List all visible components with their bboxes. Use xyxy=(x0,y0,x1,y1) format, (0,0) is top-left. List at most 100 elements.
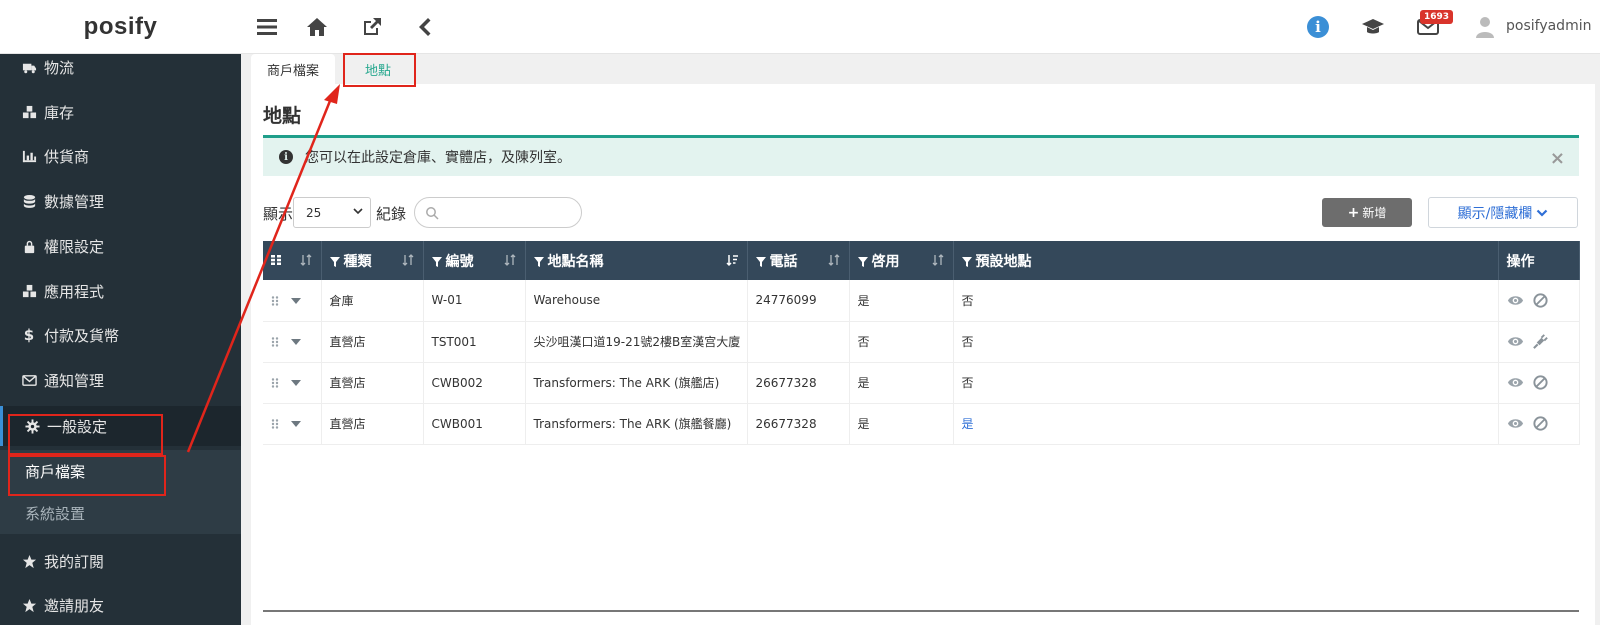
plus-icon: + xyxy=(1347,204,1360,221)
database-icon xyxy=(20,193,38,209)
filter-icon[interactable] xyxy=(961,256,972,267)
add-location-button[interactable]: + 新增 xyxy=(1322,198,1412,227)
sidebar-item-inventory[interactable]: 庫存 xyxy=(0,92,241,132)
sidebar-item-invite-friends[interactable]: 邀請朋友 xyxy=(0,585,241,625)
column-header-type[interactable]: 種類 xyxy=(321,241,424,280)
drag-handle-icon[interactable] xyxy=(271,378,279,388)
view-eye-icon[interactable] xyxy=(1507,374,1524,391)
sidebar-item-data-management[interactable]: 數據管理 xyxy=(0,181,241,221)
column-header-location-name[interactable]: 地點名稱 xyxy=(525,241,748,280)
lock-icon xyxy=(20,238,38,254)
sidebar-item-notifications[interactable]: 通知管理 xyxy=(0,360,241,400)
graduation-cap-icon[interactable] xyxy=(1358,12,1388,42)
expand-caret-icon[interactable] xyxy=(291,339,301,345)
alert-close-icon[interactable]: × xyxy=(1550,148,1565,169)
disable-icon[interactable] xyxy=(1532,374,1549,391)
expand-caret-icon[interactable] xyxy=(291,421,301,427)
cell-actions xyxy=(1498,321,1580,363)
sidebar-item-label: 通知管理 xyxy=(44,371,105,390)
drag-column-header xyxy=(263,241,322,280)
view-eye-icon[interactable] xyxy=(1507,292,1524,309)
user-name[interactable]: posifyadmin xyxy=(1506,18,1591,34)
cell-code: W-01 xyxy=(423,280,526,322)
toggle-columns-button[interactable]: 顯示/隱藏欄 xyxy=(1428,197,1578,228)
sidebar-item-payment-currency[interactable]: $ 付款及貨幣 xyxy=(0,315,241,355)
user-avatar-icon[interactable] xyxy=(1470,12,1500,42)
external-link-icon[interactable] xyxy=(357,12,387,42)
view-eye-icon[interactable] xyxy=(1507,333,1524,350)
mail-count-badge: 1693 xyxy=(1420,10,1454,24)
info-icon[interactable]: i xyxy=(1307,16,1329,38)
cell-default-location: 是 xyxy=(953,403,1499,445)
posify-logo[interactable]: posify xyxy=(0,0,241,54)
cell-phone: 24776099 xyxy=(747,280,850,322)
cell-location-name: Warehouse xyxy=(525,280,748,322)
sidebar-item-label: 權限設定 xyxy=(44,237,105,256)
cell-location-name: Transformers: The ARK (旗艦店) xyxy=(525,362,748,404)
cell-type: 直營店 xyxy=(321,403,424,445)
table-row[interactable]: 直營店 TST001 尖沙咀漢口道19-21號2樓B室漢宫大廈 否否 xyxy=(263,321,1580,363)
sidebar-item-label: 數據管理 xyxy=(44,192,105,211)
cell-location-name: Transformers: The ARK (旗艦餐廳) xyxy=(525,403,748,445)
view-eye-icon[interactable] xyxy=(1507,415,1524,432)
filter-icon[interactable] xyxy=(755,256,766,267)
back-chevron-icon[interactable] xyxy=(410,12,440,42)
info-circle-icon: i xyxy=(279,150,293,164)
filter-icon[interactable] xyxy=(431,256,442,267)
sort-icon[interactable] xyxy=(401,253,415,267)
sidebar-item-label: 我的訂閱 xyxy=(44,552,105,571)
cell-code: CWB002 xyxy=(423,362,526,404)
filter-icon[interactable] xyxy=(329,256,340,267)
tab-merchant-profile[interactable]: 商戶檔案 xyxy=(251,54,336,84)
sidebar-item-applications[interactable]: 應用程式 xyxy=(0,271,241,311)
drag-handle-icon[interactable] xyxy=(271,419,279,429)
row-controls xyxy=(263,280,322,322)
column-header-phone[interactable]: 電話 xyxy=(747,241,850,280)
sort-icon[interactable] xyxy=(931,253,945,267)
chart-icon xyxy=(20,148,38,164)
disable-icon[interactable] xyxy=(1532,292,1549,309)
filter-icon[interactable] xyxy=(533,256,544,267)
chevron-down-icon xyxy=(353,208,363,215)
column-header-code[interactable]: 編號 xyxy=(423,241,526,280)
row-controls xyxy=(263,362,322,404)
sort-icon[interactable] xyxy=(299,253,313,267)
page-size-value: 25 xyxy=(306,205,322,220)
table-row[interactable]: 直營店 CWB002 Transformers: The ARK (旗艦店) 2667… xyxy=(263,362,1580,404)
column-header-enabled[interactable]: 啓用 xyxy=(849,241,954,280)
envelope-icon xyxy=(20,372,38,388)
search-input[interactable] xyxy=(445,202,575,224)
sidebar-item-permissions[interactable]: 權限設定 xyxy=(0,226,241,266)
sort-desc-icon[interactable] xyxy=(725,253,739,267)
table-header-row: 種類 編號 地點名稱 電話 啓用 預設地點 操作 xyxy=(263,241,1580,280)
table-bottom-border xyxy=(263,610,1579,612)
sidebar-item-logistics[interactable]: 物流 xyxy=(0,47,241,87)
sort-icon[interactable] xyxy=(827,253,841,267)
drag-handle-icon[interactable] xyxy=(271,337,279,347)
menu-toggle-icon[interactable] xyxy=(252,12,282,42)
drag-handle-icon[interactable] xyxy=(271,296,279,306)
column-header-default-location[interactable]: 預設地點 xyxy=(953,241,1499,280)
sidebar-item-my-subscription[interactable]: 我的訂閱 xyxy=(0,541,241,581)
sidebar-item-suppliers[interactable]: 供貨商 xyxy=(0,136,241,176)
star-icon xyxy=(20,597,38,613)
disable-icon[interactable] xyxy=(1532,415,1549,432)
cell-type: 直營店 xyxy=(321,321,424,363)
table-row[interactable]: 直營店 CWB001 Transformers: The ARK (旗艦餐廳) 266… xyxy=(263,403,1580,445)
column-label: 電話 xyxy=(769,253,798,270)
table-row[interactable]: 倉庫 W-01 Warehouse 24776099 是否 xyxy=(263,280,1580,322)
page-size-select[interactable]: 25 xyxy=(293,197,371,228)
plug-icon[interactable] xyxy=(1532,333,1549,350)
annotation-box-locations-tab xyxy=(343,53,416,87)
filter-icon[interactable] xyxy=(857,256,868,267)
sidebar-item-label: 供貨商 xyxy=(44,147,90,166)
records-label: 紀錄 xyxy=(376,205,407,223)
cell-default-location: 否 xyxy=(953,280,1499,322)
sort-icon[interactable] xyxy=(503,253,517,267)
expand-caret-icon[interactable] xyxy=(291,297,301,304)
sidebar-subitem-system-settings[interactable]: 系統設置 xyxy=(0,492,241,534)
cell-enabled: 否 xyxy=(849,321,954,363)
add-button-label: 新增 xyxy=(1362,206,1387,220)
home-icon[interactable] xyxy=(302,12,332,42)
expand-caret-icon[interactable] xyxy=(291,380,301,386)
